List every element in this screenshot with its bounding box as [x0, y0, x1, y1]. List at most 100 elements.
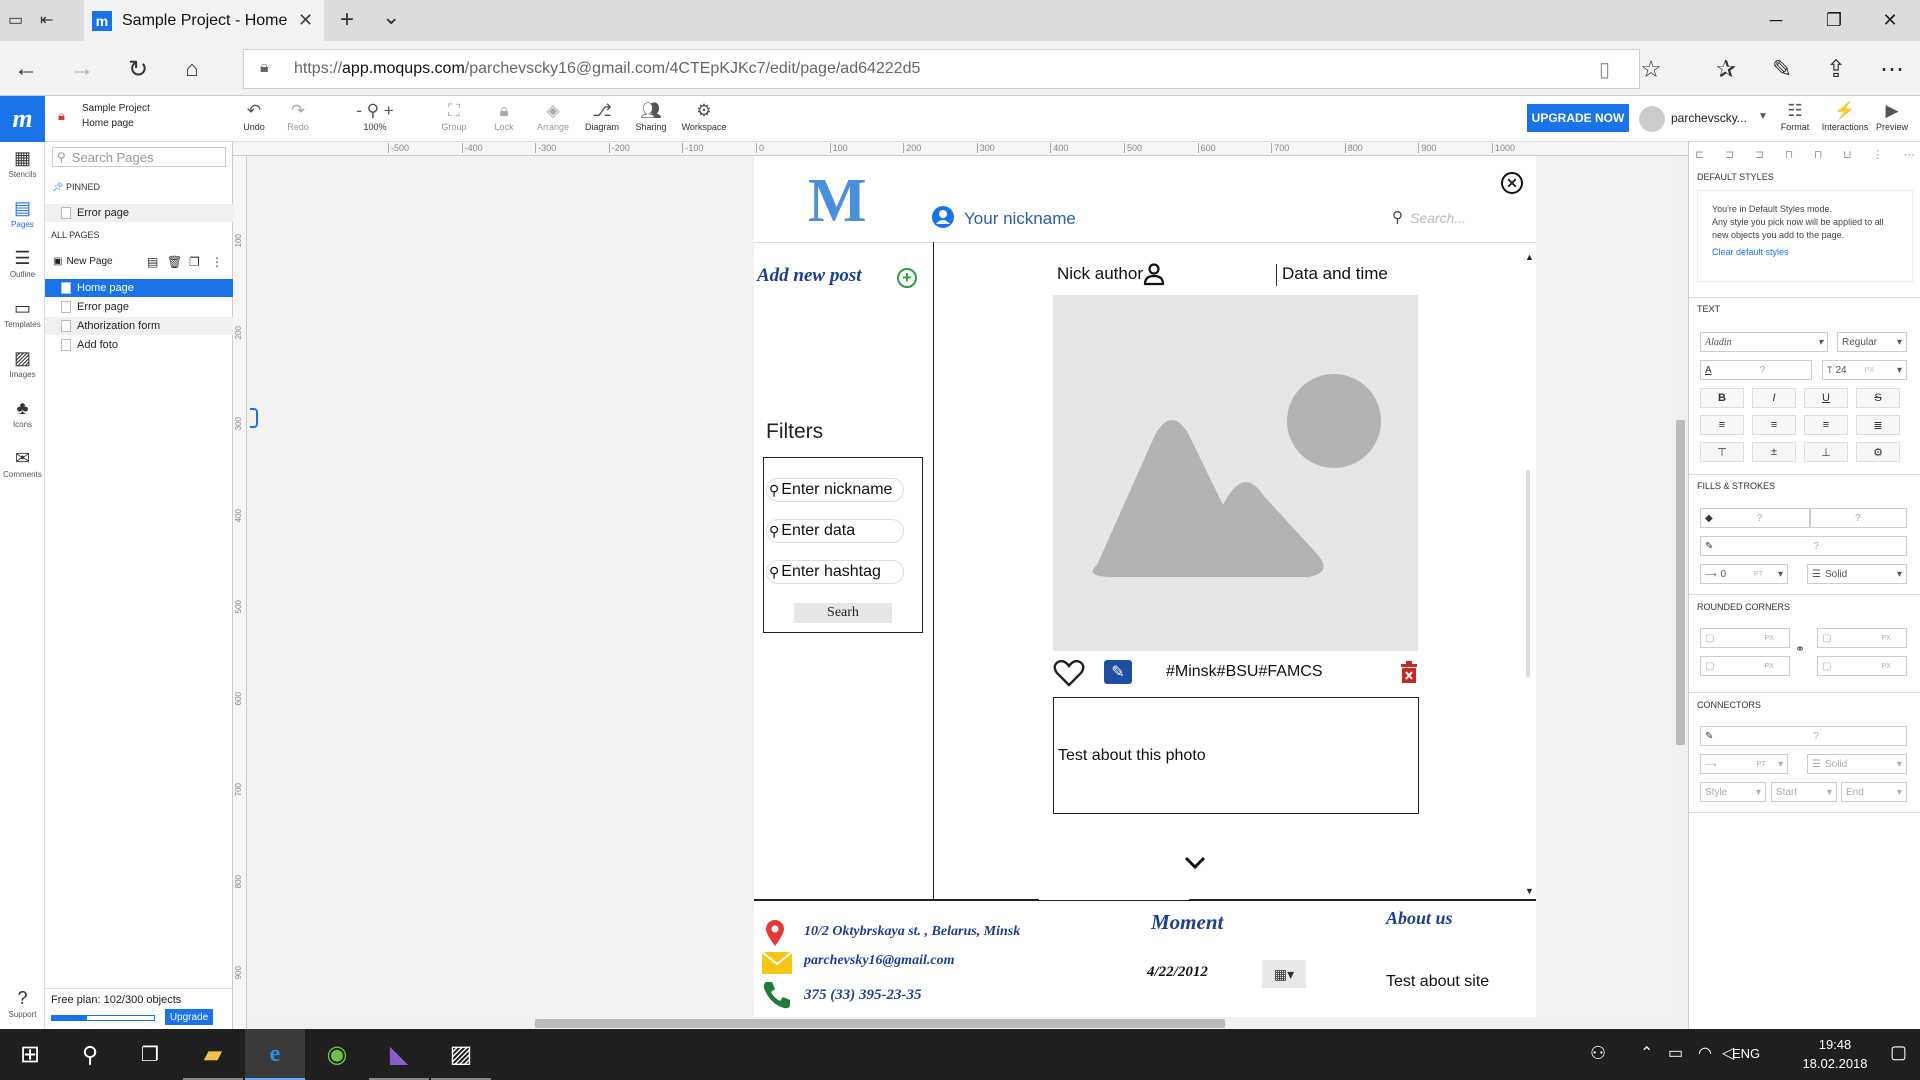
photo-placeholder[interactable]: [1053, 295, 1418, 651]
vertical-scrollbar[interactable]: [1672, 156, 1688, 1029]
connector-type-select[interactable]: Style ▾: [1700, 782, 1766, 802]
page-item-authorization[interactable]: Athorization form: [45, 317, 233, 335]
interactions-button[interactable]: ⚡ Interactions: [1822, 100, 1869, 140]
redo-button[interactable]: ↷ Redo: [278, 100, 318, 140]
mockup-page[interactable]: M Your nickname ⚲ Search... ✕ Add new po…: [754, 156, 1536, 1017]
upgrade-now-button[interactable]: UPGRADE NOW: [1527, 104, 1629, 132]
filter-date-input[interactable]: ⚲ Enter data: [766, 519, 904, 543]
app-globe-icon[interactable]: ◉: [307, 1029, 367, 1080]
site-logo[interactable]: M: [808, 166, 867, 237]
moqups-logo[interactable]: m: [0, 96, 45, 142]
text-align-left-icon[interactable]: ≡: [1700, 415, 1744, 435]
align-toolbar[interactable]: ⊏ ⊐ ⊐ ⊓ ⊓ ⊔ ⋮ ⋯: [1695, 148, 1915, 162]
filter-hashtag-input[interactable]: ⚲ Enter hashtag: [766, 560, 904, 584]
lock-project-icon[interactable]: 🔒︎: [58, 108, 65, 124]
pinned-page-item[interactable]: Error page: [45, 204, 233, 222]
rail-stencils[interactable]: ▦ Stencils: [0, 148, 45, 196]
new-tab-button[interactable]: +: [340, 6, 354, 34]
minimize-button[interactable]: ─: [1748, 0, 1804, 41]
format-button[interactable]: ☷ Format: [1775, 100, 1815, 140]
clock-date[interactable]: 18.02.2018: [1790, 1056, 1880, 1071]
tray-chevron-icon[interactable]: ⌃: [1640, 1043, 1653, 1063]
set-aside-tabs-icon[interactable]: ⇤: [40, 10, 53, 30]
wifi-icon[interactable]: ◠: [1698, 1043, 1712, 1063]
fill-opacity-field[interactable]: ?: [1810, 508, 1907, 528]
zoom-control[interactable]: - ⚲ + 100%: [354, 100, 396, 140]
rail-icons[interactable]: ♣ Icons: [0, 398, 45, 446]
font-size-field[interactable]: T 24 PX ▾: [1822, 360, 1907, 380]
sharing-button[interactable]: 👥︎ Sharing: [631, 100, 671, 140]
connector-style-select[interactable]: ☰ Solid ▾: [1807, 754, 1907, 774]
distribute-h-icon[interactable]: ⋮: [1872, 148, 1883, 162]
photos-icon[interactable]: ▨: [431, 1029, 491, 1080]
edge-browser-icon[interactable]: e: [245, 1029, 305, 1080]
connector-color-field[interactable]: ✎?: [1700, 726, 1907, 746]
add-post-plus-icon[interactable]: +: [897, 268, 917, 288]
filter-search-button[interactable]: Searh: [794, 603, 892, 623]
filter-nickname-input[interactable]: ⚲ Enter nickname: [766, 478, 904, 502]
fill-color-field[interactable]: ◆?: [1700, 508, 1810, 528]
undo-button[interactable]: ↶ Undo: [234, 100, 274, 140]
corner-bl-field[interactable]: ▢ PX: [1700, 656, 1790, 676]
distribute-v-icon[interactable]: ⋯: [1904, 148, 1915, 162]
lock-button[interactable]: 🔒︎ Lock: [484, 100, 524, 140]
like-heart-icon[interactable]: [1053, 659, 1085, 687]
search-pages-input[interactable]: ⚲ Search Pages: [52, 147, 226, 167]
rail-outline[interactable]: ☰ Outline: [0, 248, 45, 296]
home-button[interactable]: ⌂: [174, 51, 210, 87]
tab-list-icon[interactable]: ▭: [8, 10, 23, 30]
delete-trash-icon[interactable]: [1400, 661, 1418, 683]
visual-studio-icon[interactable]: ◣: [369, 1029, 429, 1080]
workspace-button[interactable]: ⚙ Workspace: [682, 100, 727, 140]
corner-tr-field[interactable]: ▢ PX: [1817, 628, 1907, 648]
browser-tab[interactable]: m Sample Project - Home ✕: [84, 0, 324, 41]
arrange-button[interactable]: ◈ Arrange: [533, 100, 573, 140]
text-align-right-icon[interactable]: ≡: [1804, 415, 1848, 435]
diagram-button[interactable]: ⎇ Diagram: [582, 100, 622, 140]
rail-images[interactable]: ▨ Images: [0, 348, 45, 396]
connector-width-field[interactable]: ⟶ PT ▾: [1700, 754, 1788, 774]
close-window-button[interactable]: ✕: [1862, 0, 1918, 41]
battery-icon[interactable]: ▭: [1668, 1043, 1683, 1063]
page-item-add-foto[interactable]: Add foto: [45, 336, 233, 354]
align-bottom-icon[interactable]: ⊔: [1843, 148, 1852, 162]
underline-button[interactable]: U: [1804, 388, 1848, 408]
new-page-button[interactable]: ▣ New Page: [53, 256, 113, 267]
chevron-down-icon[interactable]: [1184, 856, 1206, 870]
duplicate-page-icon[interactable]: ❐: [189, 255, 200, 269]
nickname-link[interactable]: Your nickname: [964, 209, 1076, 229]
clear-default-styles-link[interactable]: Clear default styles: [1712, 246, 1898, 259]
text-justify-icon[interactable]: ≣: [1856, 415, 1900, 435]
people-icon[interactable]: ⚇: [1590, 1043, 1606, 1064]
task-view-icon[interactable]: ❐: [120, 1029, 180, 1080]
stroke-width-field[interactable]: ⟶ 0 PT ▾: [1700, 564, 1788, 584]
rail-comments[interactable]: ✉ Comments: [0, 448, 45, 496]
horizontal-scrollbar[interactable]: [247, 1017, 1672, 1029]
align-top-icon[interactable]: ⊓: [1785, 148, 1794, 162]
add-post-link[interactable]: Add new post: [757, 265, 862, 287]
moment-date[interactable]: 4/22/2012: [1147, 964, 1208, 981]
user-name[interactable]: parchevscky...: [1671, 111, 1747, 125]
horizontal-scroll-thumb[interactable]: [535, 1019, 1225, 1028]
connector-end-select[interactable]: End ▾: [1841, 782, 1907, 802]
clock-time[interactable]: 19:48: [1790, 1037, 1880, 1052]
stroke-style-select[interactable]: ☰ Solid ▾: [1807, 564, 1907, 584]
share-icon[interactable]: ⇪: [1818, 51, 1854, 87]
favorite-star-icon[interactable]: ☆: [1633, 51, 1669, 87]
italic-button[interactable]: I: [1752, 388, 1796, 408]
rail-templates[interactable]: ▭ Templates: [0, 298, 45, 346]
strikethrough-button[interactable]: S: [1856, 388, 1900, 408]
align-middle-icon[interactable]: ⊓: [1814, 148, 1823, 162]
search-icon[interactable]: ⚲: [60, 1029, 120, 1080]
valign-top-icon[interactable]: ⊤: [1700, 442, 1744, 462]
maximize-button[interactable]: ❐: [1806, 0, 1862, 41]
close-icon[interactable]: ✕: [1501, 172, 1523, 194]
mock-scroll-thumb[interactable]: [1526, 470, 1530, 678]
notes-pen-icon[interactable]: ✎: [1764, 51, 1800, 87]
edit-post-icon[interactable]: ✎: [1104, 660, 1132, 684]
more-options-icon[interactable]: ⋮: [211, 255, 223, 269]
user-menu-caret-icon[interactable]: ▼: [1758, 111, 1768, 122]
corner-tl-field[interactable]: ▢ PX: [1700, 628, 1790, 648]
language-indicator[interactable]: ENG: [1732, 1046, 1760, 1061]
windows-start-icon[interactable]: ⊞: [0, 1029, 60, 1080]
